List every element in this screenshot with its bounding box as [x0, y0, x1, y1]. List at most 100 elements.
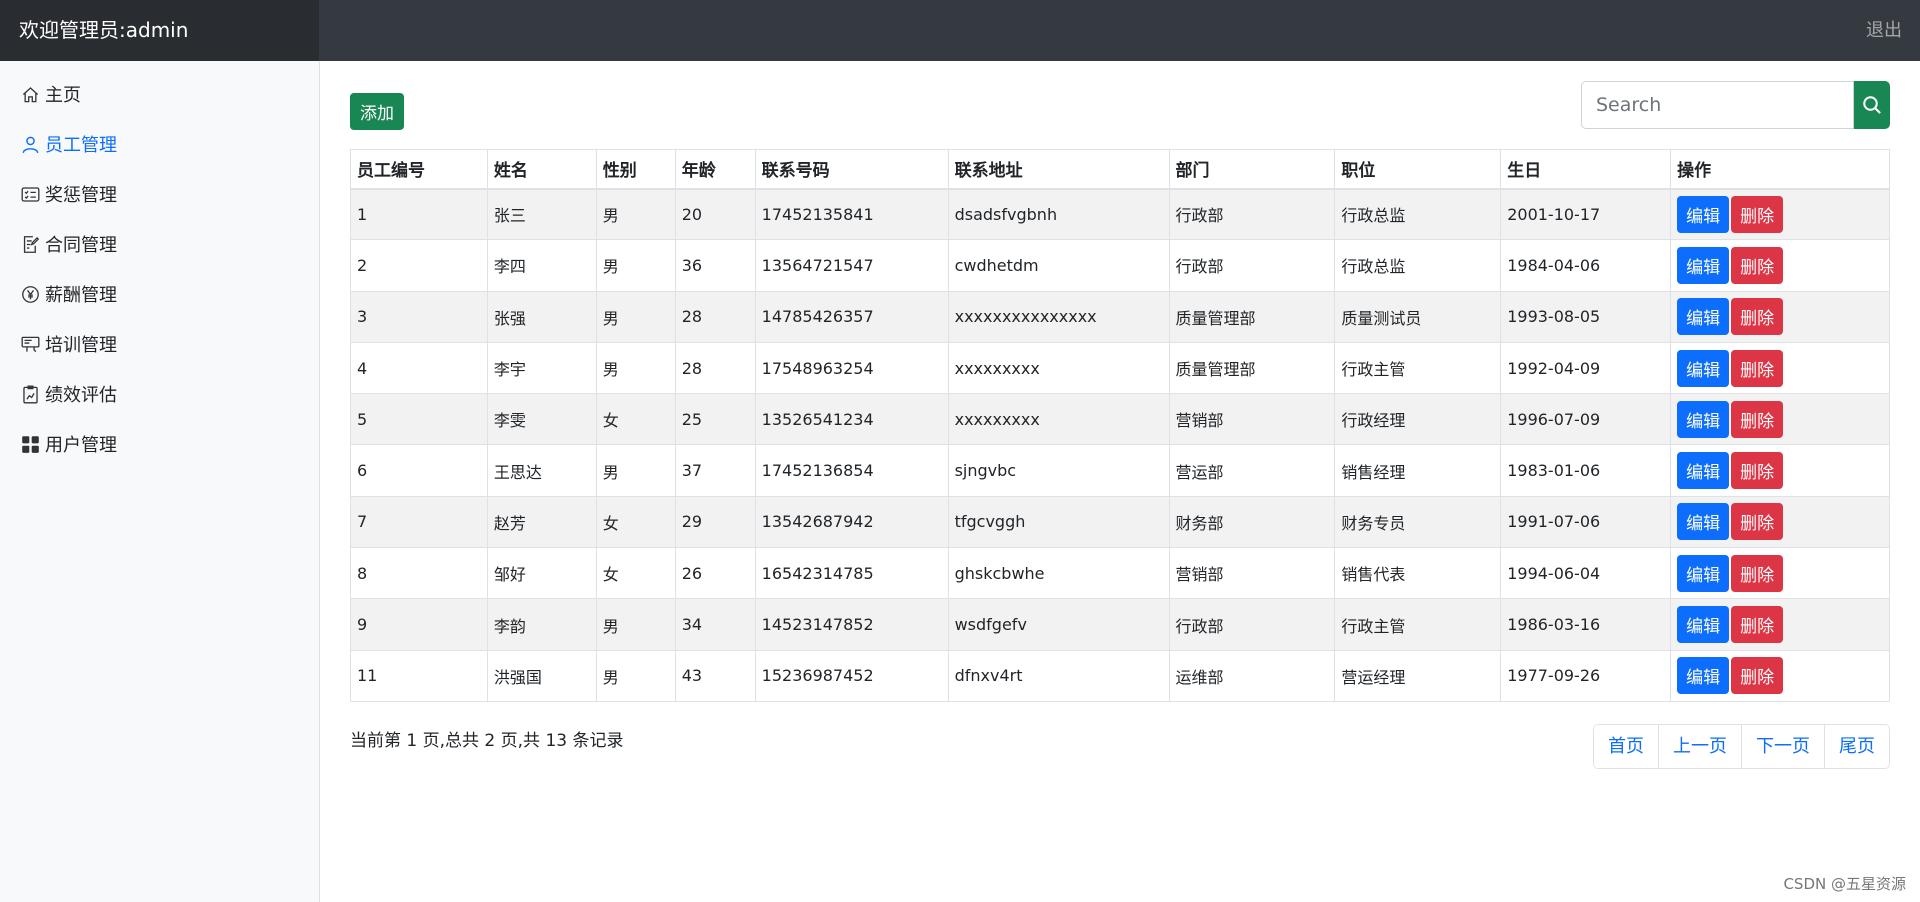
table-cell: 男: [595, 649, 676, 702]
sidebar-item-salary[interactable]: 薪酬管理: [0, 269, 319, 319]
table-cell: 洪强国: [486, 649, 597, 702]
table-cell: 25: [674, 393, 756, 446]
person-icon: [20, 134, 40, 154]
table-cell: 17452135841: [754, 187, 949, 241]
delete-button[interactable]: 删除: [1731, 503, 1784, 541]
table-cell: xxxxxxxxxxxxxxx: [947, 290, 1170, 343]
edit-button[interactable]: 编辑: [1677, 452, 1730, 490]
column-header: 职位: [1334, 149, 1502, 190]
delete-button[interactable]: 删除: [1731, 452, 1784, 490]
edit-button[interactable]: 编辑: [1677, 606, 1730, 644]
table-cell: 16542314785: [754, 547, 949, 600]
table-cell: 6: [350, 444, 488, 497]
table-cell: 2001-10-17: [1500, 187, 1672, 241]
sidebar-item-label: 薪酬管理: [45, 285, 117, 306]
table-cell: 财务部: [1168, 495, 1336, 549]
table-cell: 女: [595, 495, 676, 549]
sidebar-item-home[interactable]: 主页: [0, 69, 319, 119]
table-body: 1 张三男 20 17452135841 dsadsfvgbnh 行政部 行政总监 2001-…: [350, 187, 1890, 702]
table-row: 7 赵芳女 29 13542687942 tfgcvggh 财务部 财务专员 1991-07-…: [350, 495, 1890, 549]
table-cell: xxxxxxxxx: [947, 341, 1170, 395]
table-cell: 质量管理部: [1168, 290, 1336, 343]
grid-icon: [20, 434, 40, 454]
clipboard-chart-icon: [20, 384, 40, 404]
edit-button[interactable]: 编辑: [1677, 195, 1730, 233]
table-cell: 张三: [486, 187, 597, 241]
table-cell: 5: [350, 393, 488, 446]
edit-button[interactable]: 编辑: [1677, 503, 1730, 541]
table-cell: 财务专员: [1334, 495, 1502, 549]
table-cell: 行政主管: [1334, 341, 1502, 395]
table-cell: 20: [674, 187, 756, 241]
sidebar-item-users[interactable]: 用户管理: [0, 419, 319, 469]
table-cell: 1: [350, 187, 488, 241]
table-cell: 营运经理: [1334, 649, 1502, 702]
sidebar-item-label: 培训管理: [45, 335, 117, 356]
table-cell: 28: [674, 341, 756, 395]
table-cell: 张强: [486, 290, 597, 343]
delete-button[interactable]: 删除: [1731, 195, 1784, 233]
actions-cell: 编辑 删除: [1670, 598, 1890, 651]
table-row: 1 张三男 20 17452135841 dsadsfvgbnh 行政部 行政总监 2001-…: [350, 187, 1890, 241]
sidebar-item-contracts[interactable]: 合同管理: [0, 219, 319, 269]
sidebar-item-performance[interactable]: 绩效评估: [0, 369, 319, 419]
table-cell: 男: [595, 598, 676, 651]
add-button[interactable]: 添加: [350, 93, 404, 130]
next-page-link[interactable]: 下一页: [1741, 725, 1824, 768]
table-cell: 销售经理: [1334, 444, 1502, 497]
table-cell: 13526541234: [754, 393, 949, 446]
delete-button[interactable]: 删除: [1731, 657, 1784, 695]
delete-button[interactable]: 删除: [1731, 349, 1784, 387]
table-cell: 李雯: [486, 393, 597, 446]
table-row: 3 张强男 28 14785426357 xxxxxxxxxxxxxxx 质量管理部 质量测…: [350, 290, 1890, 343]
table-cell: 1984-04-06: [1500, 239, 1672, 292]
column-header: 性别: [595, 149, 676, 190]
document-edit-icon: [20, 234, 40, 254]
table-row: 8 邹好女 26 16542314785 ghskcbwhe 营销部 销售代表 1994-06…: [350, 547, 1890, 600]
table-cell: 9: [350, 598, 488, 651]
table-cell: 1992-04-09: [1500, 341, 1672, 395]
table-cell: 7: [350, 495, 488, 549]
edit-button[interactable]: 编辑: [1677, 554, 1730, 592]
sidebar-item-rewards[interactable]: 奖惩管理: [0, 169, 319, 219]
table-cell: xxxxxxxxx: [947, 393, 1170, 446]
column-header: 生日: [1500, 149, 1672, 190]
sidebar-item-training[interactable]: 培训管理: [0, 319, 319, 369]
prev-page-link[interactable]: 上一页: [1658, 725, 1741, 768]
table-row: 9 李韵男 34 14523147852 wsdfgefv 行政部 行政主管 1986-03-…: [350, 598, 1890, 651]
employee-table: 员工编号 姓名 性别 年龄 联系号码 联系地址 部门 职位 生日 操作 1 张三男…: [350, 149, 1890, 702]
edit-button[interactable]: 编辑: [1677, 246, 1730, 284]
search-button[interactable]: [1854, 81, 1890, 129]
sidebar-item-employees[interactable]: 员工管理: [0, 119, 319, 169]
edit-button[interactable]: 编辑: [1677, 657, 1730, 695]
table-cell: 1977-09-26: [1500, 649, 1672, 702]
table-header-row: 员工编号 姓名 性别 年龄 联系号码 联系地址 部门 职位 生日 操作: [350, 149, 1890, 190]
table-cell: 李四: [486, 239, 597, 292]
table-cell: 14785426357: [754, 290, 949, 343]
table-cell: wsdfgefv: [947, 598, 1170, 651]
edit-button[interactable]: 编辑: [1677, 400, 1730, 438]
logout-link[interactable]: 退出: [1866, 0, 1902, 61]
edit-button[interactable]: 编辑: [1677, 349, 1730, 387]
delete-button[interactable]: 删除: [1731, 246, 1784, 284]
presentation-icon: [20, 334, 40, 354]
search-input[interactable]: [1581, 81, 1854, 129]
table-cell: 行政总监: [1334, 187, 1502, 241]
delete-button[interactable]: 删除: [1731, 400, 1784, 438]
table-cell: 14523147852: [754, 598, 949, 651]
delete-button[interactable]: 删除: [1731, 298, 1784, 336]
column-header: 联系地址: [947, 149, 1170, 190]
last-page-link[interactable]: 尾页: [1824, 725, 1889, 768]
table-cell: 李韵: [486, 598, 597, 651]
table-cell: ghskcbwhe: [947, 547, 1170, 600]
table-cell: 赵芳: [486, 495, 597, 549]
column-header: 操作: [1670, 149, 1890, 190]
edit-button[interactable]: 编辑: [1677, 298, 1730, 336]
table-cell: 男: [595, 187, 676, 241]
first-page-link[interactable]: 首页: [1594, 725, 1658, 768]
actions-cell: 编辑 删除: [1670, 393, 1890, 446]
table-cell: 15236987452: [754, 649, 949, 702]
delete-button[interactable]: 删除: [1731, 606, 1784, 644]
table-row: 2 李四男 36 13564721547 cwdhetdm 行政部 行政总监 1984-04-…: [350, 239, 1890, 292]
delete-button[interactable]: 删除: [1731, 554, 1784, 592]
